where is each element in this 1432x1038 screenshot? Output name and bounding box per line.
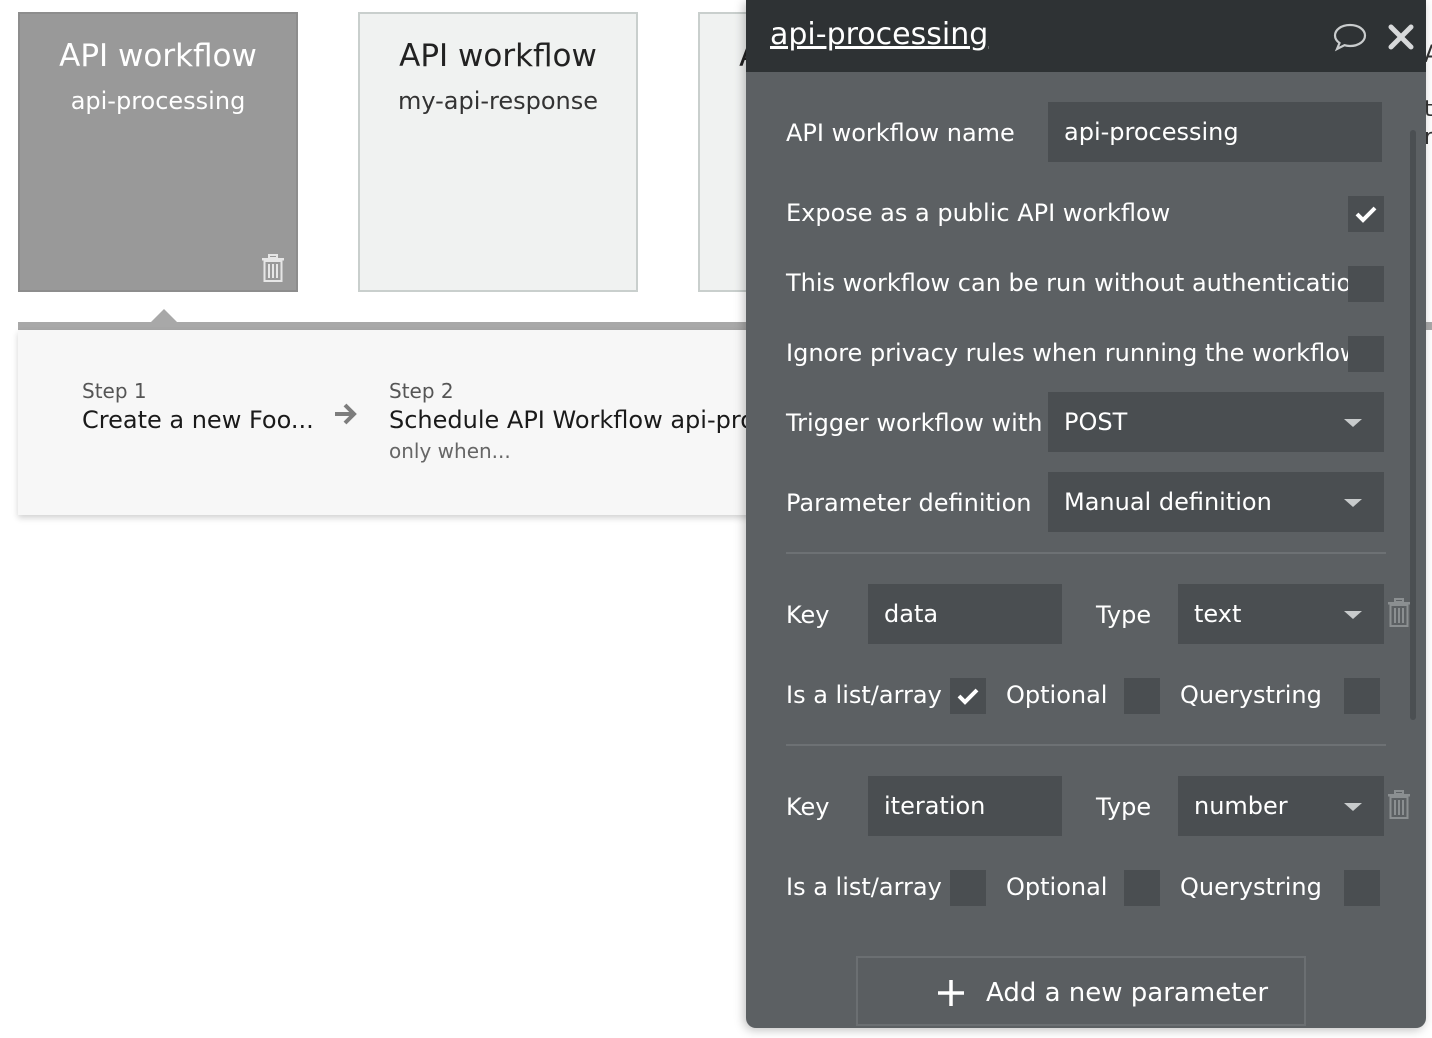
workflow-name-input[interactable]: api-processing xyxy=(1048,102,1382,162)
property-editor-panel: api-processing API workflow name api-pro… xyxy=(746,0,1426,1028)
trigger-select[interactable]: POST xyxy=(1048,392,1384,452)
workflow-name-label: API workflow name xyxy=(786,119,1015,147)
steps-notch xyxy=(150,309,178,323)
comment-icon[interactable] xyxy=(1332,22,1368,52)
card-subtitle: api-processing xyxy=(70,87,246,115)
divider xyxy=(786,744,1386,746)
workflow-card-my-api-response[interactable]: API workflow my-api-response xyxy=(358,12,638,292)
panel-title[interactable]: api-processing xyxy=(770,16,988,54)
param-key-input[interactable]: iteration xyxy=(868,776,1062,836)
no-auth-checkbox[interactable] xyxy=(1348,266,1384,302)
param-type-label: Type xyxy=(1096,601,1152,629)
plus-icon xyxy=(938,980,964,1006)
steps-panel: Step 1 Create a new Foo... Step 2 Schedu… xyxy=(18,330,845,515)
add-parameter-label: Add a new parameter xyxy=(986,978,1269,1008)
param-querystring-checkbox[interactable] xyxy=(1344,870,1380,906)
param-list-checkbox[interactable] xyxy=(950,678,986,714)
checkmark-icon xyxy=(957,688,979,705)
step-name: Create a new Foo... xyxy=(82,406,314,434)
param-type-value: text xyxy=(1194,600,1242,628)
checkmark-icon xyxy=(1355,206,1377,223)
step-1[interactable]: Step 1 Create a new Foo... xyxy=(82,378,314,436)
chevron-down-icon xyxy=(1344,499,1362,507)
param-definition-label: Parameter definition xyxy=(786,489,1032,517)
param-list-label: Is a list/array xyxy=(786,681,942,709)
arrow-right-icon xyxy=(335,403,357,425)
expose-checkbox[interactable] xyxy=(1348,196,1384,232)
trigger-value: POST xyxy=(1064,408,1128,436)
param-definition-value: Manual definition xyxy=(1064,488,1272,516)
param-type-label: Type xyxy=(1096,793,1152,821)
param-type-select[interactable]: number xyxy=(1178,776,1384,836)
card-title: API workflow xyxy=(59,38,257,74)
ignore-privacy-checkbox[interactable] xyxy=(1348,336,1384,372)
close-icon[interactable] xyxy=(1386,22,1416,52)
trigger-label: Trigger workflow with xyxy=(786,409,1043,437)
step-label: Step 1 xyxy=(82,379,147,403)
workflow-card-api-processing[interactable]: API workflow api-processing xyxy=(18,12,298,292)
param-type-select[interactable]: text xyxy=(1178,584,1384,644)
ignore-privacy-label: Ignore privacy rules when running the wo… xyxy=(786,339,1360,367)
param-list-checkbox[interactable] xyxy=(950,870,986,906)
param-optional-checkbox[interactable] xyxy=(1124,870,1160,906)
no-auth-label: This workflow can be run without authent… xyxy=(786,269,1367,297)
card-subtitle: my-api-response xyxy=(397,87,599,115)
param-querystring-label: Querystring xyxy=(1180,681,1322,709)
trash-icon[interactable] xyxy=(1386,598,1412,628)
param-querystring-checkbox[interactable] xyxy=(1344,678,1380,714)
param-key-label: Key xyxy=(786,793,830,821)
param-optional-label: Optional xyxy=(1006,873,1108,901)
param-type-value: number xyxy=(1194,792,1288,820)
trash-icon[interactable] xyxy=(1386,790,1412,820)
expose-label: Expose as a public API workflow xyxy=(786,199,1171,227)
trash-icon[interactable] xyxy=(260,254,286,282)
chevron-down-icon xyxy=(1344,611,1362,619)
param-optional-label: Optional xyxy=(1006,681,1108,709)
divider xyxy=(786,552,1386,554)
chevron-down-icon xyxy=(1344,803,1362,811)
param-optional-checkbox[interactable] xyxy=(1124,678,1160,714)
param-key-input[interactable]: data xyxy=(868,584,1062,644)
card-title: API workflow xyxy=(399,38,597,74)
param-list-label: Is a list/array xyxy=(786,873,942,901)
add-parameter-button[interactable]: Add a new parameter xyxy=(856,956,1306,1026)
chevron-down-icon xyxy=(1344,419,1362,427)
panel-header: api-processing xyxy=(746,0,1426,72)
param-key-label: Key xyxy=(786,601,830,629)
param-definition-select[interactable]: Manual definition xyxy=(1048,472,1384,532)
panel-scrollbar[interactable] xyxy=(1410,130,1416,720)
param-querystring-label: Querystring xyxy=(1180,873,1322,901)
